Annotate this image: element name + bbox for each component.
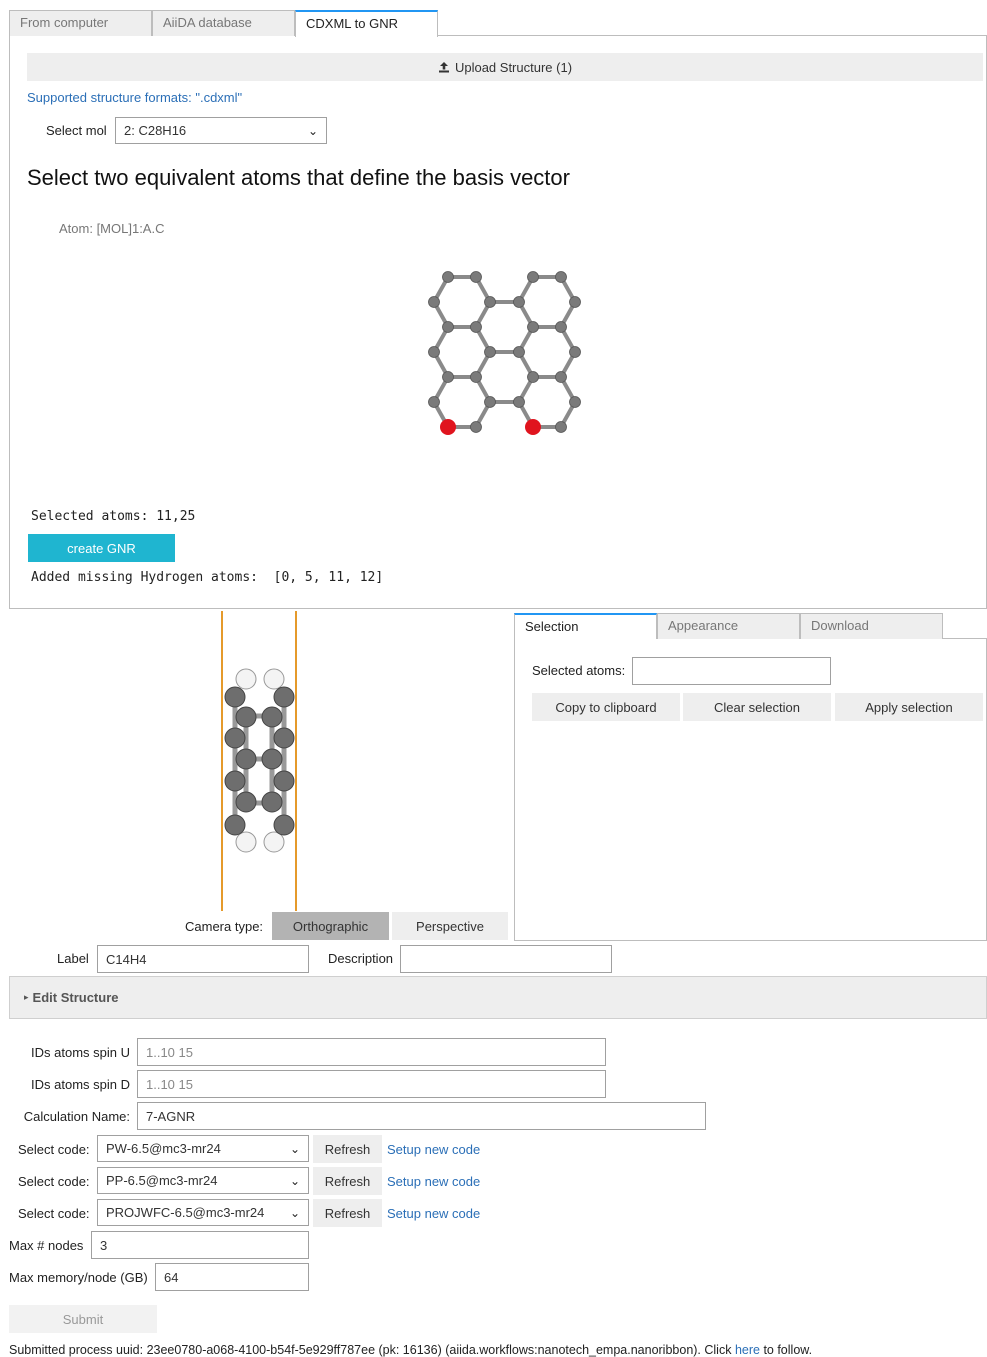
tab-cdxml-to-gnr[interactable]: CDXML to GNR	[295, 10, 438, 37]
refresh-button[interactable]: Refresh	[313, 1167, 382, 1195]
upload-icon	[438, 62, 449, 73]
copy-to-clipboard-button[interactable]: Copy to clipboard	[532, 693, 680, 721]
edit-structure-label: Edit Structure	[32, 990, 119, 1005]
tab-appearance[interactable]: Appearance	[657, 613, 800, 639]
atom-info: Atom: [MOL]1:A.C	[59, 221, 165, 236]
selected-atoms-output: Selected atoms: 11,25	[31, 509, 196, 524]
select-code-value: PP-6.5@mc3-mr24	[106, 1173, 218, 1188]
max-memory-label: Max memory/node (GB)	[9, 1270, 148, 1285]
description-input[interactable]	[400, 945, 612, 973]
molecule-viewer[interactable]	[420, 265, 590, 440]
setup-new-code-link[interactable]: Setup new code	[387, 1174, 480, 1189]
tab-from-computer[interactable]: From computer	[9, 10, 152, 36]
triangle-right-icon: ▸	[24, 992, 29, 1002]
description-field-label: Description	[328, 951, 394, 966]
chevron-down-icon: ⌄	[289, 1173, 300, 1188]
selected-atoms-input[interactable]	[632, 657, 831, 685]
clear-selection-button[interactable]: Clear selection	[683, 693, 831, 721]
selected-atom[interactable]	[525, 419, 541, 435]
refresh-button[interactable]: Refresh	[313, 1135, 382, 1163]
max-memory-input[interactable]: 64	[155, 1263, 309, 1291]
molecule-bonds	[431, 275, 578, 429]
setup-new-code-link[interactable]: Setup new code	[387, 1206, 480, 1221]
tab-selection[interactable]: Selection	[514, 613, 657, 639]
edit-structure-accordion[interactable]: ▸ Edit Structure	[9, 976, 987, 1019]
setup-new-code-link[interactable]: Setup new code	[387, 1142, 480, 1157]
select-code-pp-dropdown[interactable]: PP-6.5@mc3-mr24 ⌄	[97, 1167, 309, 1194]
camera-type-label: Camera type:	[185, 919, 264, 934]
submit-button[interactable]: Submit	[9, 1305, 157, 1333]
page-title: Select two equivalent atoms that define …	[27, 165, 570, 190]
spin-u-input[interactable]: 1..10 15	[137, 1038, 606, 1066]
selected-atoms-label: Selected atoms:	[532, 663, 626, 678]
upload-structure-button[interactable]: Upload Structure (1)	[27, 53, 983, 81]
tab-download[interactable]: Download	[800, 613, 943, 639]
submitted-process-message: Submitted process uuid: 23ee0780-a068-41…	[9, 1343, 812, 1357]
select-code-pw-dropdown[interactable]: PW-6.5@mc3-mr24 ⌄	[97, 1135, 309, 1162]
submitted-process-text: Submitted process uuid: 23ee0780-a068-41…	[9, 1343, 735, 1357]
upload-structure-label: Upload Structure (1)	[454, 59, 573, 75]
select-code-label: Select code:	[18, 1206, 90, 1221]
viewer-tabs: Selection Appearance Download	[514, 613, 987, 639]
select-code-label: Select code:	[18, 1174, 90, 1189]
calc-name-input[interactable]: 7-AGNR	[137, 1102, 706, 1130]
chevron-down-icon: ⌄	[289, 1141, 300, 1156]
max-nodes-input[interactable]: 3	[91, 1231, 309, 1259]
supported-formats-note: Supported structure formats: ".cdxml"	[27, 90, 243, 105]
added-hydrogen-output: Added missing Hydrogen atoms: [0, 5, 11,…	[31, 570, 384, 585]
label-input[interactable]: C14H4	[97, 945, 309, 973]
refresh-button[interactable]: Refresh	[313, 1199, 382, 1227]
create-gnr-button[interactable]: create GNR	[28, 534, 175, 562]
select-code-value: PW-6.5@mc3-mr24	[106, 1141, 221, 1156]
chevron-down-icon: ⌄	[307, 123, 318, 138]
structure-source-tabs: From computer AiiDA database CDXML to GN…	[9, 10, 987, 37]
submitted-process-tail: to follow.	[759, 1343, 813, 1357]
spin-d-input[interactable]: 1..10 15	[137, 1070, 606, 1098]
select-code-value: PROJWFC-6.5@mc3-mr24	[106, 1205, 265, 1220]
follow-process-link[interactable]: here	[735, 1343, 760, 1357]
spin-d-label: IDs atoms spin D	[31, 1077, 130, 1092]
tab-aiida-database[interactable]: AiiDA database	[152, 10, 295, 36]
select-code-projwfc-dropdown[interactable]: PROJWFC-6.5@mc3-mr24 ⌄	[97, 1199, 309, 1226]
select-mol-label: Select mol	[46, 123, 107, 138]
select-mol-dropdown[interactable]: 2: C28H16 ⌄	[115, 117, 327, 144]
spin-u-label: IDs atoms spin U	[31, 1045, 130, 1060]
select-mol-value: 2: C28H16	[124, 123, 187, 138]
camera-orthographic-button[interactable]: Orthographic	[272, 912, 389, 940]
max-nodes-label: Max # nodes	[9, 1238, 84, 1253]
calc-name-label: Calculation Name:	[23, 1109, 130, 1124]
ribbon-viewer[interactable]	[200, 611, 320, 911]
chevron-down-icon: ⌄	[289, 1205, 300, 1220]
apply-selection-button[interactable]: Apply selection	[835, 693, 983, 721]
camera-perspective-button[interactable]: Perspective	[392, 912, 508, 940]
selected-atom[interactable]	[440, 419, 456, 435]
label-field-label: Label	[57, 951, 89, 966]
select-code-label: Select code:	[18, 1142, 90, 1157]
